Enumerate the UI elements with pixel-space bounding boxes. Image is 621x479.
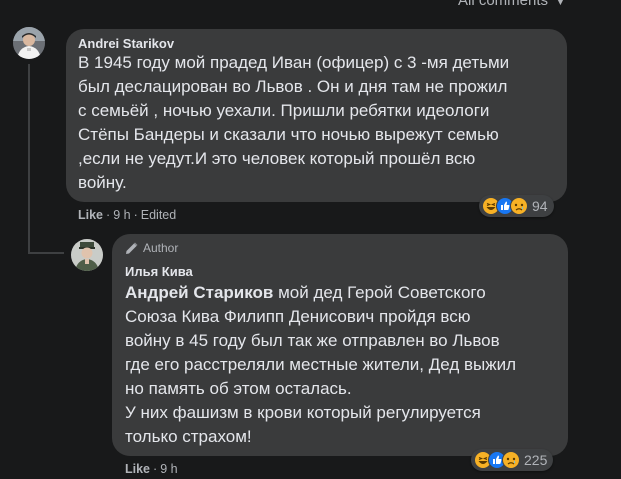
comments-section: All comments ▼ Andrei Starikov В 1945 год… [0, 0, 621, 479]
sad-reaction-icon [502, 451, 520, 469]
comment-text: Андрей Стариков мой дед Герой Советского… [125, 281, 516, 449]
comment-author-name[interactable]: Илья Кива [125, 264, 193, 279]
comment-line-rest: мой дед Герой Советского [273, 283, 486, 302]
comment-line: с семьёй , ночью уехали. Пришли ребятки … [78, 101, 490, 120]
comment-text: В 1945 году мой прадед Иван (офицер) с 3… [78, 51, 509, 195]
reaction-count: 94 [532, 198, 548, 214]
reactions-summary[interactable]: 225 [471, 449, 554, 471]
comment-line: был деслацирован во Львов . Он и дня там… [78, 77, 508, 96]
comment-line: Андрей Стариков мой дед Герой Советского [125, 281, 516, 305]
edited-label: Edited [140, 208, 177, 222]
thread-connector [28, 252, 64, 254]
comment-line: Союза Кива Филипп Денисович пройдя всю [125, 307, 471, 326]
comment-meta: Like · 9 h · Edited [78, 208, 177, 222]
like-button[interactable]: Like [78, 208, 103, 222]
comment-line: У них фашизм в крови который регулируетс… [125, 403, 481, 422]
sad-reaction-icon [510, 197, 528, 215]
comment-line: Стёпы Бандеры и сказали что ночью вырежу… [78, 125, 499, 144]
chevron-down-icon: ▼ [555, 0, 566, 8]
comment-line: ,если не уедут.И это человек который про… [78, 149, 476, 168]
comment-author-name[interactable]: Andrei Starikov [78, 36, 174, 51]
comment-line: В 1945 году мой прадед Иван (офицер) с 3… [78, 53, 510, 72]
mention-tag[interactable]: Андрей Стариков [125, 283, 273, 302]
avatar[interactable] [71, 239, 103, 271]
author-badge-label: Author [143, 241, 179, 255]
thread-connector [28, 64, 30, 254]
reactions-summary[interactable]: 94 [479, 195, 554, 217]
comment-line: войну. [78, 173, 127, 192]
comment-meta: Like · 9 h [125, 462, 178, 476]
comment-line: где его расстреляли местные жители, Дед … [125, 355, 516, 374]
comment-filter-dropdown[interactable]: All comments ▼ [458, 0, 566, 9]
comment-line: войну в 45 году был так же отправлен во … [125, 331, 500, 350]
comment-line: но память об этом осталась. [125, 379, 352, 398]
like-button[interactable]: Like [125, 462, 150, 476]
comment-timestamp[interactable]: 9 h [113, 208, 130, 222]
reaction-count: 225 [524, 452, 548, 468]
comment-line: только страхом! [125, 427, 252, 446]
author-badge: Author [125, 241, 178, 255]
comment-filter-label: All comments [458, 0, 549, 9]
comment-timestamp[interactable]: 9 h [160, 462, 177, 476]
pencil-icon [126, 242, 138, 254]
avatar[interactable] [13, 27, 45, 59]
